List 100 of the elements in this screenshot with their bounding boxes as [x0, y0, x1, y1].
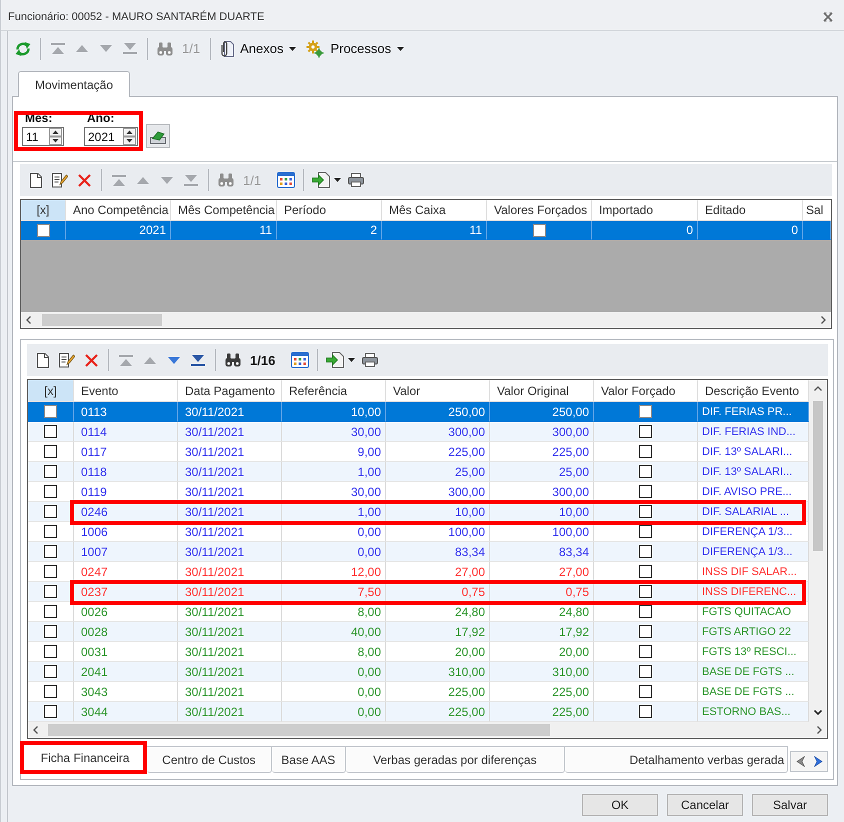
scrollbar-thumb[interactable]: [42, 314, 162, 326]
checkbox[interactable]: [44, 685, 57, 698]
document-arrow-icon: [326, 352, 344, 368]
column-header[interactable]: Importado: [592, 200, 698, 221]
column-header[interactable]: Editado: [698, 200, 803, 221]
checkbox[interactable]: [44, 585, 57, 598]
checkbox[interactable]: [639, 505, 652, 518]
column-header[interactable]: Valor Forçado: [594, 380, 698, 402]
chevron-left-icon[interactable]: [26, 316, 31, 324]
column-header[interactable]: [x]: [21, 200, 66, 221]
processes-menu-button[interactable]: Processos: [302, 36, 410, 60]
checkbox[interactable]: [639, 445, 652, 458]
table-row[interactable]: 0119 30/11/2021 30,00 300,00 300,00 DIF. AVISO PRE...: [28, 482, 809, 502]
checkbox[interactable]: [639, 465, 652, 478]
checkbox[interactable]: [44, 565, 57, 578]
checkbox[interactable]: [639, 705, 652, 718]
checkbox[interactable]: [639, 685, 652, 698]
chevron-down-icon[interactable]: [814, 710, 822, 715]
table-row[interactable]: 0117 30/11/2021 9,00 225,00 225,00 DIF. 13º SALARI...: [28, 442, 809, 462]
scrollbar-thumb[interactable]: [813, 401, 823, 551]
column-header[interactable]: Ano Competência: [66, 200, 171, 221]
checkbox[interactable]: [44, 465, 57, 478]
table-row[interactable]: 0246 30/11/2021 1,00 10,00 10,00 DIF. SALARIAL ...: [28, 502, 809, 522]
scrollbar-thumb[interactable]: [48, 724, 550, 736]
tab[interactable]: Ficha Financeira: [23, 743, 148, 773]
inbox-icon: [150, 128, 166, 144]
spin-arrows-icon[interactable]: [49, 128, 62, 145]
column-header[interactable]: Mês Competência: [171, 200, 277, 221]
year-spinner[interactable]: 2021: [84, 127, 138, 146]
checkbox[interactable]: [639, 405, 652, 418]
horizontal-scrollbar[interactable]: [21, 312, 831, 328]
chevron-right-icon[interactable]: [817, 726, 822, 734]
checkbox[interactable]: [639, 665, 652, 678]
checkbox[interactable]: [44, 605, 57, 618]
table-row[interactable]: 3043 30/11/2021 0,00 225,00 225,00 BASE DE FGTS ...: [28, 682, 809, 702]
window-title: Funcionário: 00052 - MAURO SANTARÉM DUARTE: [8, 10, 264, 22]
table-row[interactable]: 0118 30/11/2021 1,00 25,00 25,00 DIF. 13º SALARI...: [28, 462, 809, 482]
checkbox[interactable]: [44, 545, 57, 558]
checkbox[interactable]: [44, 505, 57, 518]
column-header[interactable]: Referência: [282, 380, 386, 402]
save-button[interactable]: Salvar: [752, 794, 828, 816]
attachments-menu-button[interactable]: Anexos: [216, 36, 302, 60]
checkbox[interactable]: [44, 445, 57, 458]
table-cell: 30/11/2021: [178, 582, 282, 602]
table-cell: 10,00: [490, 502, 594, 522]
arrow-right-icon[interactable]: [814, 756, 823, 767]
column-header[interactable]: Evento: [74, 380, 178, 402]
checkbox[interactable]: [44, 405, 57, 418]
checkbox[interactable]: [639, 545, 652, 558]
horizontal-scrollbar[interactable]: [28, 722, 827, 738]
checkbox[interactable]: [639, 645, 652, 658]
tab[interactable]: Centro de Custos: [147, 746, 272, 773]
table-row[interactable]: 0247 30/11/2021 12,00 27,00 27,00 INSS DIF SALAR...: [28, 562, 809, 582]
chevron-left-icon[interactable]: [33, 726, 38, 734]
chevron-up-icon[interactable]: [814, 386, 822, 391]
checkbox[interactable]: [36, 224, 50, 236]
checkbox[interactable]: [639, 525, 652, 538]
column-header[interactable]: Data Pagamento: [178, 380, 282, 402]
checkbox[interactable]: [639, 485, 652, 498]
tab[interactable]: Movimentação: [18, 71, 130, 97]
column-header[interactable]: [x]: [28, 380, 74, 402]
checkbox[interactable]: [639, 565, 652, 578]
table-row[interactable]: 2021 11 2 11 0 0: [21, 221, 831, 240]
checkbox[interactable]: [44, 705, 57, 718]
checkbox[interactable]: [532, 224, 546, 236]
checkbox[interactable]: [44, 425, 57, 438]
table-row[interactable]: 0031 30/11/2021 8,00 20,00 20,00 FGTS 13º RESCI...: [28, 642, 809, 662]
checkbox[interactable]: [44, 485, 57, 498]
blank-page-icon: [30, 172, 42, 188]
vertical-scrollbar[interactable]: [809, 380, 827, 722]
tab[interactable]: Detalhamento verbas gerada: [564, 746, 788, 773]
column-header[interactable]: Valor: [386, 380, 490, 402]
column-header[interactable]: Valores Forçados: [487, 200, 592, 221]
checkbox[interactable]: [639, 625, 652, 638]
checkbox[interactable]: [44, 525, 57, 538]
column-header[interactable]: Descrição Evento: [698, 380, 809, 402]
month-spinner[interactable]: 11: [22, 127, 64, 146]
table-row[interactable]: 0113 30/11/2021 10,00 250,00 250,00 DIF. FERIAS PR...: [28, 402, 809, 422]
checkbox[interactable]: [44, 665, 57, 678]
table-cell: 27,00: [386, 562, 490, 582]
checkbox[interactable]: [44, 645, 57, 658]
table-row[interactable]: 1007 30/11/2021 0,00 83,34 83,34 DIFERENÇA 1/3...: [28, 542, 809, 562]
table-cell: 300,00: [386, 482, 490, 502]
apply-button[interactable]: [146, 124, 170, 148]
checkbox[interactable]: [639, 425, 652, 438]
close-icon[interactable]: [823, 12, 833, 22]
checkbox[interactable]: [44, 625, 57, 638]
tab[interactable]: Verbas geradas por diferenças: [346, 746, 565, 773]
ok-button[interactable]: OK: [582, 794, 658, 816]
checkbox[interactable]: [639, 585, 652, 598]
table-row[interactable]: 0114 30/11/2021 30,00 300,00 300,00 DIF. FERIAS IND...: [28, 422, 809, 442]
checkbox[interactable]: [639, 605, 652, 618]
column-header[interactable]: Mês Caixa: [382, 200, 487, 221]
arrow-left-icon[interactable]: [796, 756, 805, 767]
spin-arrows-icon[interactable]: [123, 128, 136, 145]
cancel-button[interactable]: Cancelar: [667, 794, 743, 816]
chevron-right-icon[interactable]: [821, 316, 826, 324]
tab[interactable]: Base AAS: [272, 746, 346, 773]
column-header[interactable]: Valor Original: [490, 380, 594, 402]
column-header[interactable]: Período: [277, 200, 382, 221]
